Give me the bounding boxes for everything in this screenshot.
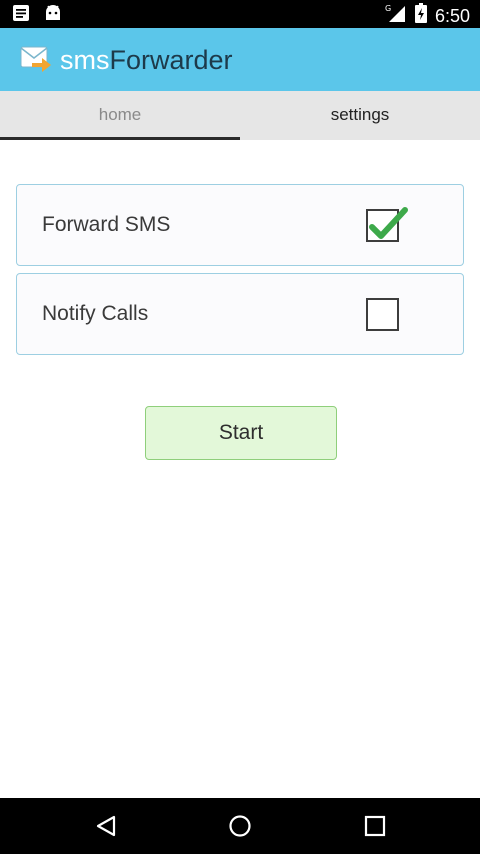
- start-button[interactable]: Start: [145, 406, 337, 460]
- home-icon[interactable]: [228, 814, 252, 843]
- notify-calls-label: Notify Calls: [42, 302, 149, 325]
- nav-bar: [0, 798, 480, 854]
- forward-sms-option[interactable]: Forward SMS: [16, 184, 464, 266]
- notify-calls-checkbox[interactable]: [366, 298, 399, 331]
- signal-icon: G: [385, 3, 407, 28]
- notify-calls-option[interactable]: Notify Calls: [16, 273, 464, 355]
- checkmark-icon: [369, 207, 408, 239]
- app-title: smsForwarder: [60, 45, 233, 75]
- status-bar: G 6:50: [0, 0, 480, 28]
- recents-icon[interactable]: [364, 814, 386, 843]
- envelope-forward-icon: [20, 45, 52, 80]
- tab-bar: home settings: [0, 91, 480, 140]
- android-icon: [44, 4, 62, 27]
- tab-indicator: [0, 137, 240, 140]
- battery-icon: [414, 3, 427, 28]
- svg-text:G: G: [385, 4, 391, 13]
- forward-sms-checkbox[interactable]: [366, 207, 408, 242]
- tab-settings[interactable]: settings: [240, 91, 480, 140]
- back-icon[interactable]: [94, 814, 118, 843]
- app-bar: smsForwarder: [0, 28, 480, 91]
- tab-home[interactable]: home: [0, 91, 240, 140]
- clock: 6:50: [434, 5, 470, 26]
- notes-icon: [12, 4, 30, 27]
- forward-sms-label: Forward SMS: [42, 213, 171, 236]
